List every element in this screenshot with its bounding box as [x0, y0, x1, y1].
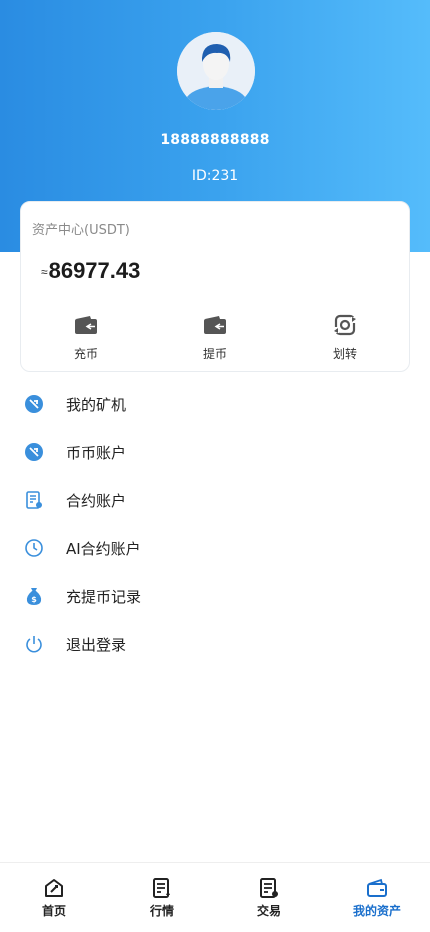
tab-label: 行情: [149, 904, 174, 918]
wallet-icon: [75, 316, 97, 334]
tab-trade[interactable]: 交易: [229, 877, 309, 919]
tab-label: 首页: [41, 904, 66, 918]
menu-item-label: 退出登录: [66, 636, 127, 654]
power-icon: [26, 636, 42, 653]
transfer-icon: [333, 314, 357, 336]
transfer-label: 划转: [332, 347, 357, 361]
menu-item-label: AI合约账户: [66, 540, 141, 558]
tab-label: 交易: [256, 904, 281, 918]
svg-text:$: $: [31, 595, 37, 604]
wallet-icon: [367, 878, 387, 897]
clock-icon: [25, 539, 43, 557]
home-icon: [45, 879, 63, 897]
wallet-icon: [204, 316, 226, 334]
menu-item-deposit-withdraw-records[interactable]: $ 充提币记录: [0, 572, 430, 620]
tab-label: 我的资产: [352, 904, 401, 918]
menu-item-label: 合约账户: [66, 492, 127, 510]
coin-account-icon: [25, 443, 43, 461]
user-phone: 18888888888: [160, 132, 270, 148]
menu-item-label: 充提币记录: [66, 588, 142, 606]
asset-actions: 充币 提币 划转: [21, 314, 411, 364]
deposit-button[interactable]: 充币: [46, 314, 126, 364]
asset-card-title: 资产中心(USDT): [32, 223, 130, 238]
mining-machine-icon: [25, 395, 43, 413]
menu-item-mining-machine[interactable]: 我的矿机: [0, 380, 430, 428]
money-bag-icon: $: [26, 588, 42, 605]
menu-item-label: 我的矿机: [66, 396, 127, 414]
withdraw-button[interactable]: 提币: [175, 314, 255, 364]
tab-my-assets[interactable]: 我的资产: [337, 877, 417, 919]
menu-item-label: 币币账户: [66, 444, 127, 462]
balance-display: ≈86977.43: [41, 258, 140, 284]
menu-item-contract-account[interactable]: 合约账户: [0, 476, 430, 524]
contract-icon: [26, 491, 42, 509]
bottom-tab-bar: 首页 行情 交易 我的资产: [0, 862, 430, 932]
menu-item-coin-account[interactable]: 币币账户: [0, 428, 430, 476]
tab-market[interactable]: 行情: [122, 877, 202, 919]
withdraw-label: 提币: [202, 347, 227, 361]
menu-item-logout[interactable]: 退出登录: [0, 620, 430, 668]
avatar[interactable]: [177, 32, 255, 110]
transfer-button[interactable]: 划转: [305, 314, 385, 364]
user-id: ID:231: [191, 168, 239, 184]
deposit-label: 充币: [73, 347, 98, 361]
account-menu: 我的矿机 币币账户 合约账户 AI合约账户 $ 充提币记录 退出登录: [0, 380, 430, 668]
market-icon: [153, 878, 170, 898]
menu-item-ai-contract-account[interactable]: AI合约账户: [0, 524, 430, 572]
asset-card: 资产中心(USDT) ≈86977.43 充币 提币 划转: [20, 201, 410, 372]
tab-home[interactable]: 首页: [14, 877, 94, 919]
approx-symbol: ≈: [41, 265, 48, 279]
balance-value: 86977.43: [48, 258, 141, 283]
user-avatar-icon: [177, 32, 255, 110]
trade-icon: [260, 878, 278, 898]
